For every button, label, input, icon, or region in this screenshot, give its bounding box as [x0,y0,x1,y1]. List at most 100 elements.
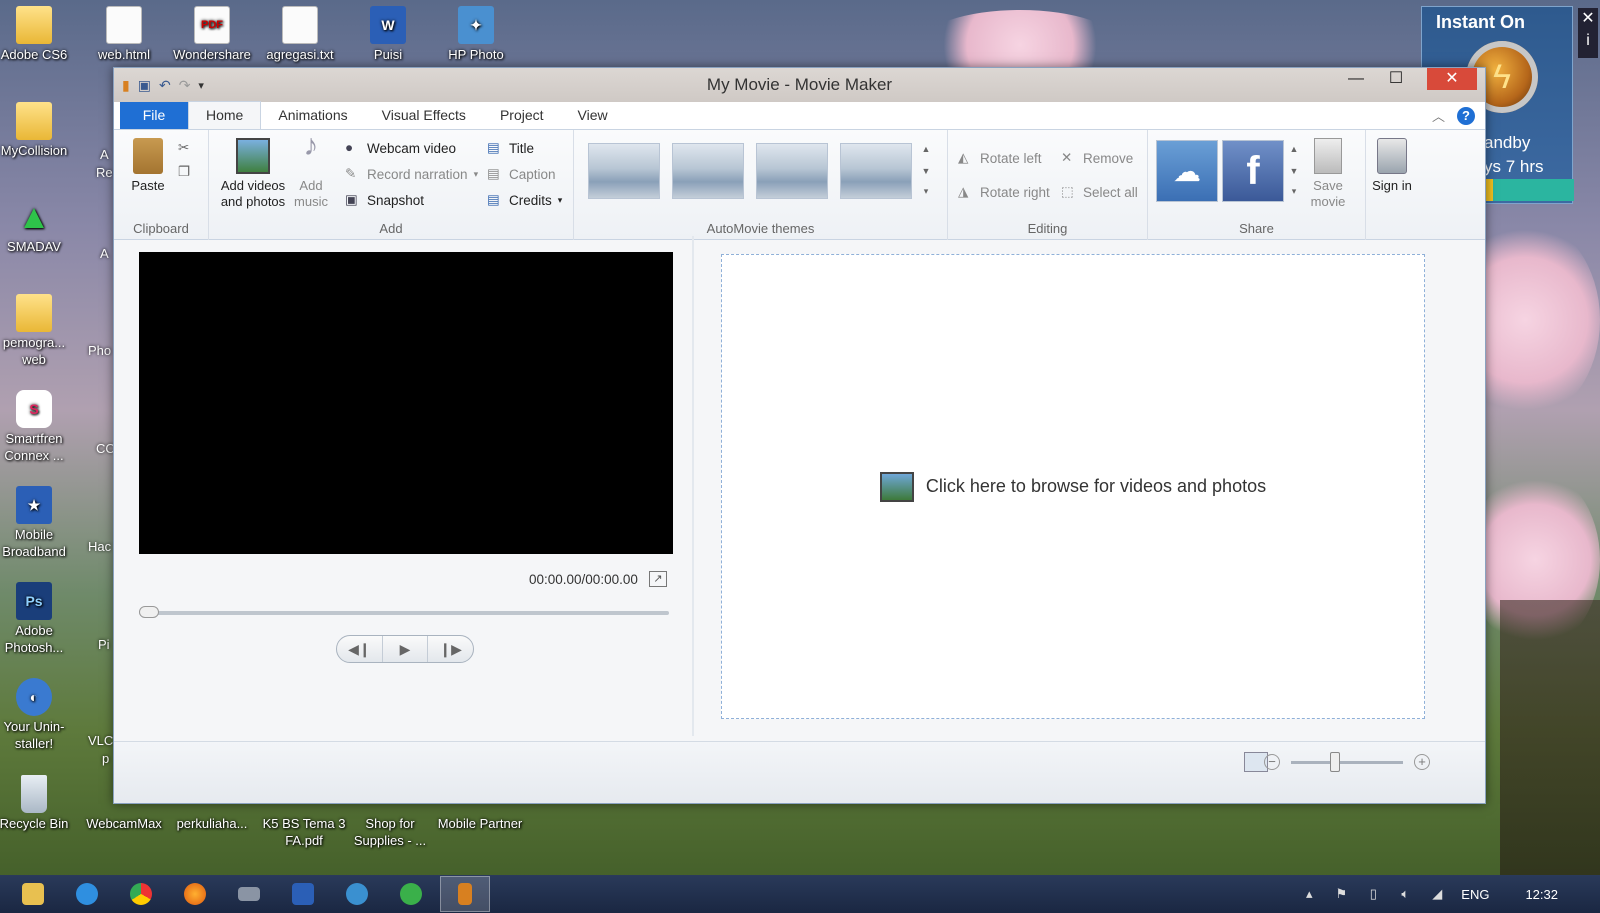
theme-thumbnail[interactable] [672,143,744,199]
desktop-icon[interactable]: ★ Mobile Broadband [0,486,78,560]
seek-handle[interactable] [139,606,159,618]
theme-thumbnail[interactable] [588,143,660,199]
webcam-video-button[interactable]: ● Webcam video [345,140,456,156]
zoom-slider[interactable] [1291,761,1403,764]
caption-button[interactable]: ▤ Caption [487,166,556,182]
rotate-right-button[interactable]: ◮ Rotate right [958,184,1050,200]
remove-button[interactable]: ✕ Remove [1061,150,1133,166]
storyboard-drop-area[interactable]: Click here to browse for videos and phot… [721,254,1425,719]
close-button[interactable]: ✕ [1427,68,1477,90]
undo-icon[interactable]: ↶ [159,77,171,94]
minimize-button[interactable]: — [1339,68,1373,90]
gallery-up-icon[interactable]: ▲ [1288,144,1300,154]
customize-chevron-icon[interactable]: ▾ [198,79,204,92]
taskbar-file-explorer[interactable] [8,876,58,912]
gallery-up-icon[interactable]: ▲ [920,144,932,154]
previous-frame-icon[interactable]: ◀❙ [337,636,383,662]
next-frame-icon[interactable]: ❙▶ [428,636,473,662]
rotate-left-button[interactable]: ◭ Rotate left [958,150,1042,166]
taskbar-green-app[interactable] [386,876,436,912]
desktop-icon[interactable]: perkuliaha... [168,815,256,832]
taskbar-network[interactable] [332,876,382,912]
redo-icon[interactable]: ↷ [179,77,191,94]
desktop-icon[interactable]: web.html [80,6,168,63]
theme-thumbnail[interactable] [756,143,828,199]
theme-thumbnail[interactable] [840,143,912,199]
desktop-icon[interactable]: pemogra... web [0,294,78,368]
record-narration-button[interactable]: ✎ Record narration ▾ [345,166,478,182]
taskbar-internet-explorer[interactable] [62,876,112,912]
tab-animations[interactable]: Animations [261,102,364,129]
desktop-icon[interactable]: Mobile Partner [436,815,524,832]
taskbar-keyboard[interactable] [224,876,274,912]
title-bar[interactable]: ▮ ▣ ↶ ↷ ▾ My Movie - Movie Maker — ☐ ✕ [114,68,1485,102]
quick-access-toolbar: ▮ ▣ ↶ ↷ ▾ [114,77,204,94]
cut-button[interactable]: ✂ [178,140,194,156]
facebook-share-button[interactable]: f [1222,140,1284,202]
pane-splitter[interactable] [692,236,694,736]
desktop-icon[interactable]: agregasi.txt [256,6,344,63]
save-icon[interactable]: ▣ [138,77,151,94]
collapse-ribbon-icon[interactable]: ︿ [1432,106,1445,125]
title-button[interactable]: ▤ Title [487,140,534,156]
select-all-button[interactable]: ⬚ Select all [1061,184,1138,200]
desktop-icon[interactable]: Shop for Supplies - ... [346,815,434,849]
onedrive-share-button[interactable]: ☁ [1156,140,1218,202]
desktop-icon[interactable]: Adobe CS6 [0,6,78,63]
paste-button[interactable]: Paste [128,138,168,194]
taskbar-chrome[interactable] [116,876,166,912]
gallery-down-icon[interactable]: ▼ [920,166,932,176]
browse-prompt[interactable]: Click here to browse for videos and phot… [926,476,1266,497]
desktop-icon[interactable]: ◐ Your Unin-staller! [0,678,78,752]
taskbar-word[interactable] [278,876,328,912]
desktop-icon[interactable]: Ps Adobe Photosh... [0,582,78,656]
tab-home[interactable]: Home [188,101,262,129]
taskbar-firefox[interactable] [170,876,220,912]
app-film-icon[interactable]: ▮ [122,77,130,94]
desktop-icon[interactable]: Recycle Bin [0,775,78,832]
film-photo-icon [236,138,270,174]
play-icon[interactable]: ▶ [383,636,429,662]
desktop-icon[interactable]: PDF Wondershare [168,6,256,63]
credits-button[interactable]: ▤ Credits ▾ [487,192,562,208]
title-icon: ▤ [487,140,500,155]
save-movie-button[interactable]: Save movie [1306,138,1350,210]
widget-close-button[interactable]: ✕ [1578,8,1598,30]
desktop-icon[interactable]: W Puisi [344,6,432,63]
seek-bar[interactable] [139,611,669,615]
tab-project[interactable]: Project [483,102,561,129]
video-preview[interactable] [139,252,673,554]
help-icon[interactable]: ? [1457,106,1475,125]
taskbar-movie-maker[interactable] [440,876,490,912]
gallery-expand-icon[interactable]: ▾ [920,186,932,197]
action-center-flag-icon[interactable]: ⚑ [1333,886,1349,902]
desktop-icon[interactable]: WebcamMax [80,815,168,832]
zoom-slider-handle[interactable] [1330,752,1340,772]
show-hidden-icons-icon[interactable]: ▴ [1301,886,1317,902]
widget-info-button[interactable]: i [1578,30,1598,52]
add-videos-button[interactable]: Add videos and photos [217,138,289,210]
language-indicator[interactable]: ENG [1461,887,1489,902]
desktop-icon[interactable]: S Smartfren Connex ... [0,390,78,464]
snapshot-button[interactable]: ▣ Snapshot [345,192,424,208]
popout-icon[interactable]: ↗ [649,571,667,587]
tab-visual-effects[interactable]: Visual Effects [365,102,483,129]
desktop-icon[interactable]: ▲ SMADAV [0,198,78,255]
tab-file[interactable]: File [120,102,188,129]
copy-button[interactable]: ❐ [178,164,194,180]
gallery-expand-icon[interactable]: ▾ [1288,186,1300,197]
sign-in-button[interactable]: Sign in [1372,138,1412,194]
tab-view[interactable]: View [561,102,625,129]
maximize-button[interactable]: ☐ [1379,68,1413,90]
gallery-down-icon[interactable]: ▼ [1288,166,1300,176]
desktop-icon[interactable]: K5 BS Tema 3 FA.pdf [256,815,352,849]
add-music-button[interactable]: ♪ Add music [291,131,331,210]
desktop-icon[interactable]: ✦ HP Photo [432,6,520,63]
power-icon[interactable]: ▯ [1365,886,1381,902]
volume-icon[interactable]: 🔈︎ [1397,886,1413,902]
desktop-icon[interactable]: MyCollision [0,102,78,159]
zoom-out-icon[interactable]: − [1264,754,1280,770]
clock[interactable]: 12:32 [1525,887,1558,902]
zoom-in-icon[interactable]: + [1414,754,1430,770]
network-status-icon[interactable]: ◢ [1429,886,1445,902]
